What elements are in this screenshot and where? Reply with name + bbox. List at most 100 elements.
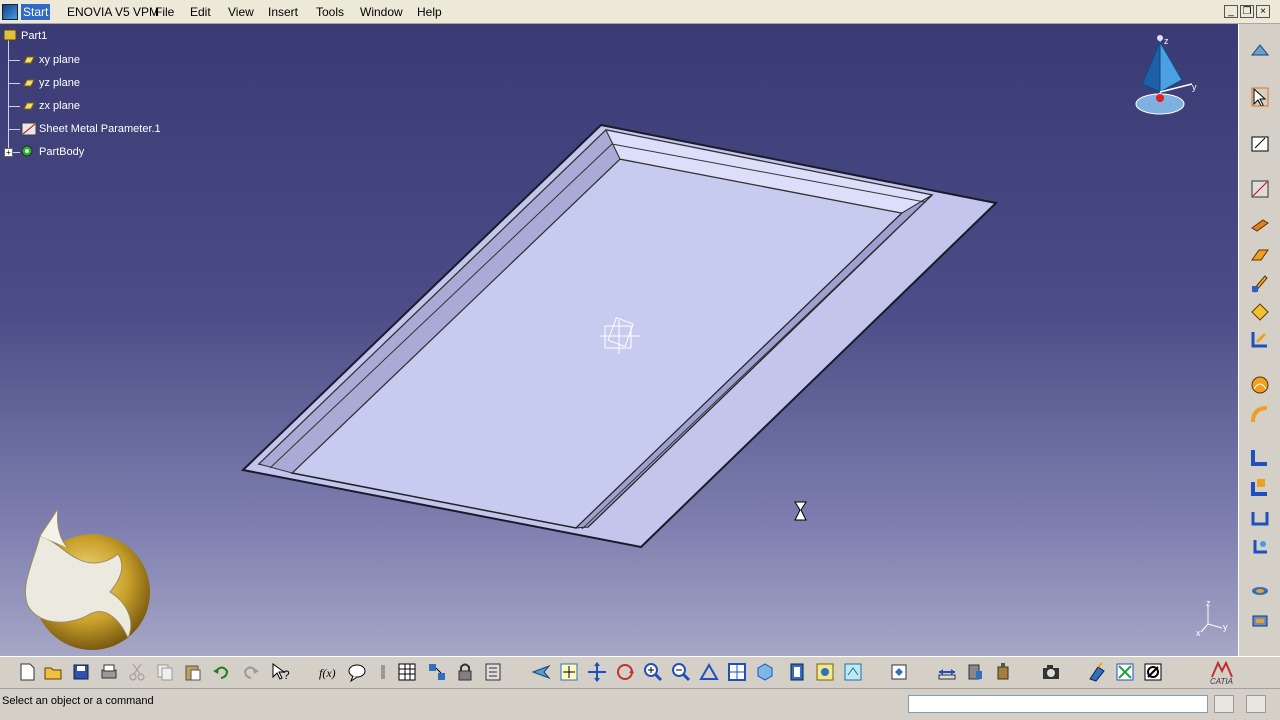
power-input-field[interactable] xyxy=(908,695,1208,713)
pan-icon[interactable] xyxy=(586,661,608,683)
tree-item-zx-plane[interactable]: zx plane xyxy=(39,100,80,112)
bend-icon[interactable] xyxy=(1249,374,1271,396)
hourglass-cursor-icon xyxy=(794,501,807,521)
fit-all-icon[interactable] xyxy=(558,661,580,683)
minimize-button[interactable]: _ xyxy=(1224,5,1238,18)
sketcher-icon[interactable] xyxy=(1249,132,1271,154)
swap-space-icon[interactable] xyxy=(842,661,864,683)
menu-insert[interactable]: Insert xyxy=(266,4,300,20)
sheet-metal-toolbar xyxy=(1238,24,1280,656)
lock-icon[interactable] xyxy=(454,661,476,683)
redo-icon[interactable] xyxy=(240,661,262,683)
fold-icon[interactable] xyxy=(1249,476,1271,498)
undo-icon[interactable] xyxy=(210,661,232,683)
extrusion-icon[interactable] xyxy=(1249,272,1271,294)
restore-button[interactable]: ❐ xyxy=(1240,5,1254,18)
point-to-point-icon[interactable] xyxy=(1249,506,1271,528)
plane-icon xyxy=(23,56,35,64)
svg-text:f(x): f(x) xyxy=(319,666,336,680)
unfold-icon[interactable] xyxy=(1249,446,1271,468)
hole-icon[interactable] xyxy=(1249,580,1271,602)
open-folder-icon[interactable] xyxy=(42,661,64,683)
tree-root-part[interactable]: Part1 xyxy=(21,30,47,42)
measure-between-icon[interactable] xyxy=(936,661,958,683)
knowledge-advisor-icon[interactable] xyxy=(1086,661,1108,683)
deactivate-icon[interactable] xyxy=(1142,661,1164,683)
menu-start[interactable]: Start xyxy=(21,4,51,20)
parameters-icon[interactable] xyxy=(482,661,504,683)
update-icon[interactable] xyxy=(888,661,910,683)
compass-widget[interactable]: z y xyxy=(1128,32,1204,118)
menu-window[interactable]: Window xyxy=(358,4,405,20)
whats-this-icon[interactable]: ? xyxy=(270,661,292,683)
3d-viewport[interactable]: Part1 xy plane yz plane zx plane Sheet M… xyxy=(0,24,1238,656)
plane-icon xyxy=(23,102,35,110)
new-file-icon[interactable] xyxy=(16,661,38,683)
capture-camera-icon[interactable] xyxy=(1040,661,1062,683)
rotate-icon[interactable] xyxy=(614,661,636,683)
part-icon xyxy=(3,29,17,41)
compass-z-label: z xyxy=(1164,36,1169,46)
swept-wall-icon[interactable] xyxy=(1249,300,1271,322)
measure-item-icon[interactable] xyxy=(964,661,986,683)
zoom-in-icon[interactable] xyxy=(642,661,664,683)
expand-toggle-icon[interactable]: + xyxy=(4,148,13,157)
measure-inertia-icon[interactable] xyxy=(992,661,1014,683)
catia-app-icon[interactable] xyxy=(2,4,18,20)
tree-item-yz-plane[interactable]: yz plane xyxy=(39,77,80,89)
catia-pegasus-logo xyxy=(24,507,150,650)
catia-logo: CATIA xyxy=(1208,659,1236,687)
cut-out-icon[interactable] xyxy=(1249,536,1271,558)
paste-icon[interactable] xyxy=(182,661,204,683)
tree-item-sheet-metal-parameter[interactable]: Sheet Metal Parameter.1 xyxy=(39,123,161,135)
status-message: Select an object or a command xyxy=(2,695,154,707)
fly-mode-icon[interactable] xyxy=(1249,40,1271,62)
fly-icon[interactable] xyxy=(530,661,552,683)
zoom-out-icon[interactable] xyxy=(670,661,692,683)
formula-icon[interactable]: f(x) xyxy=(318,661,340,683)
partbody-gear-icon xyxy=(21,145,33,157)
close-button[interactable]: × xyxy=(1256,5,1270,18)
triad-y-label: y xyxy=(1223,622,1228,632)
tree-item-xy-plane[interactable]: xy plane xyxy=(39,54,80,66)
design-table-icon[interactable] xyxy=(396,661,418,683)
hide-show-icon[interactable] xyxy=(814,661,836,683)
menu-enovia[interactable]: ENOVIA V5 VPM xyxy=(65,4,161,20)
sheet-metal-parameters-icon[interactable] xyxy=(1249,178,1271,200)
flange-icon[interactable] xyxy=(1249,328,1271,350)
iso-view-icon[interactable] xyxy=(754,661,776,683)
menu-bar: Start ENOVIA V5 VPM File Edit View Inser… xyxy=(0,0,1280,24)
part-geometry[interactable] xyxy=(0,24,1238,656)
conical-bend-icon[interactable] xyxy=(1249,404,1271,426)
save-icon[interactable] xyxy=(70,661,92,683)
sheet-metal-parameter-icon xyxy=(21,122,37,136)
menu-edit[interactable]: Edit xyxy=(188,4,213,20)
cut-icon[interactable] xyxy=(126,661,148,683)
multi-view-icon[interactable] xyxy=(726,661,748,683)
status-bar: Select an object or a command xyxy=(0,688,1280,720)
comment-icon[interactable] xyxy=(346,661,368,683)
status-option-button[interactable] xyxy=(1214,695,1234,713)
normal-view-icon[interactable] xyxy=(698,661,720,683)
status-exit-button[interactable] xyxy=(1246,695,1266,713)
wall-icon[interactable] xyxy=(1249,214,1271,236)
tree-item-partbody[interactable]: PartBody xyxy=(39,146,84,158)
menu-file[interactable]: File xyxy=(153,4,176,20)
catalog-icon[interactable] xyxy=(426,661,448,683)
compass-y-label: y xyxy=(1192,82,1197,92)
menu-help[interactable]: Help xyxy=(415,4,444,20)
plane-icon xyxy=(23,79,35,87)
wall-on-edge-icon[interactable] xyxy=(1249,244,1271,266)
svg-text:?: ? xyxy=(283,668,290,682)
constraints-analysis-icon[interactable] xyxy=(1114,661,1136,683)
knowledge-icon[interactable] xyxy=(372,661,394,683)
select-arrow-icon[interactable] xyxy=(1249,86,1271,108)
menu-view[interactable]: View xyxy=(226,4,256,20)
print-icon[interactable] xyxy=(98,661,120,683)
shading-icon[interactable] xyxy=(786,661,808,683)
stamp-icon[interactable] xyxy=(1249,610,1271,632)
copy-icon[interactable] xyxy=(154,661,176,683)
standard-toolbar: ? f(x) CATIA xyxy=(0,656,1280,688)
menu-tools[interactable]: Tools xyxy=(314,4,346,20)
axis-triad-icon: z y x xyxy=(1196,598,1228,638)
